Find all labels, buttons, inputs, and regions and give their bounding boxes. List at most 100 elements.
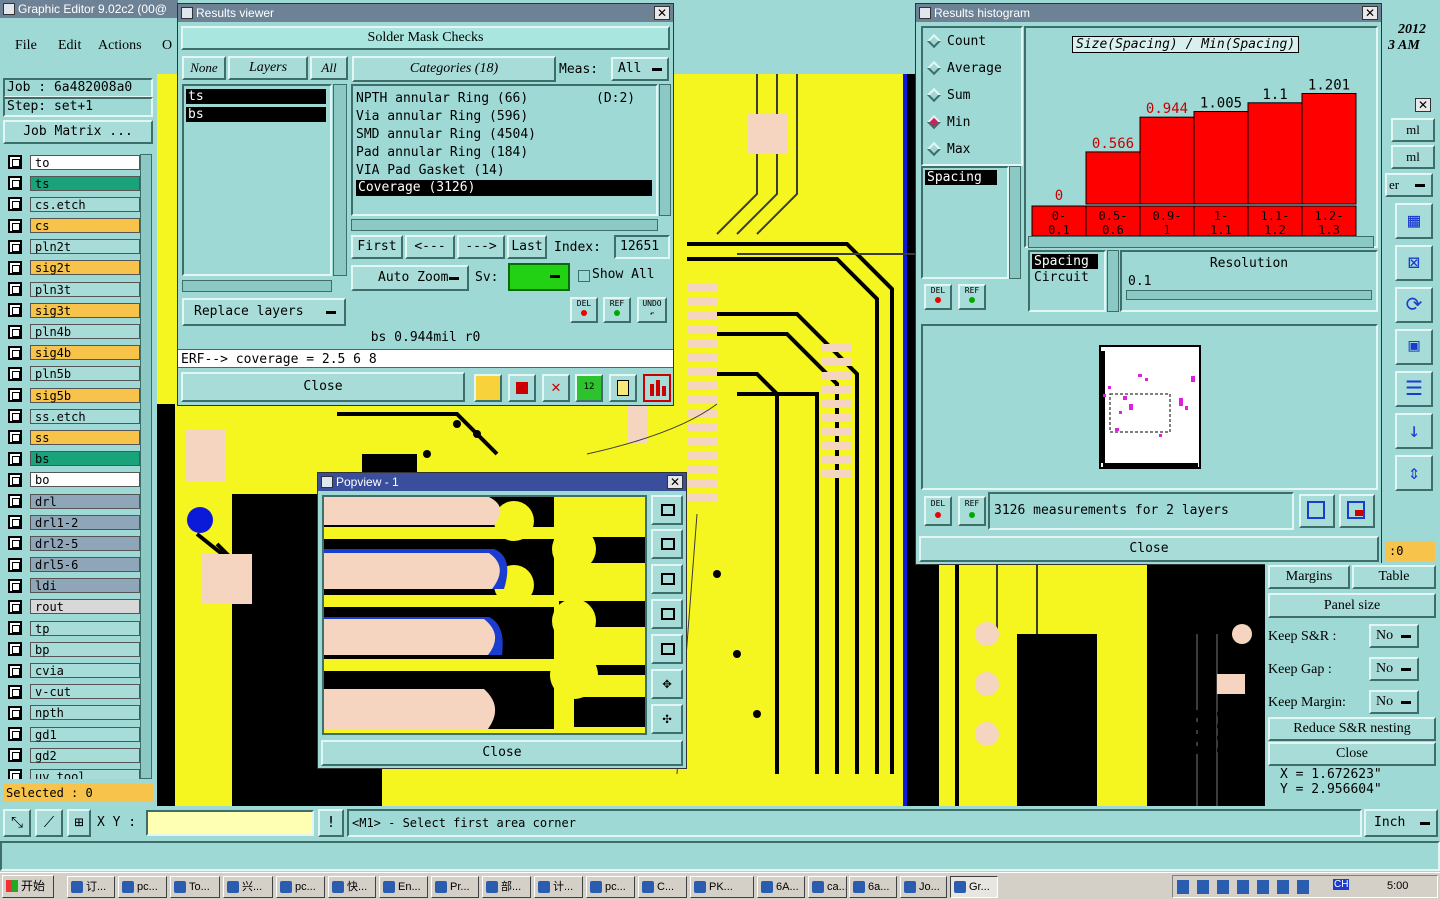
layer-row[interactable]: cvia [2, 663, 140, 679]
popview-close-button[interactable]: Close [321, 740, 683, 766]
units-ml-1[interactable]: ml [1391, 118, 1435, 142]
tab-all[interactable]: All [310, 56, 348, 80]
layer-row[interactable]: ss [2, 429, 140, 445]
resolution-slider[interactable] [1126, 290, 1372, 300]
start-button[interactable]: 开始 [2, 875, 54, 898]
layer-name[interactable]: ss.etch [30, 408, 140, 424]
layer-checkbox[interactable] [8, 472, 22, 487]
layer-row[interactable]: cs.etch [2, 196, 140, 212]
measure-type-list[interactable]: Spacing [921, 166, 1009, 279]
layer-checkbox[interactable] [8, 663, 22, 678]
radio-min[interactable]: Min [923, 109, 1021, 136]
layer-row[interactable]: cs [2, 218, 140, 234]
spacing-list-scrollbar[interactable] [1107, 250, 1119, 312]
array-icon[interactable]: ▣ [1395, 329, 1433, 365]
spacing-item[interactable]: Spacing [1032, 254, 1098, 269]
taskbar-item[interactable]: 兴... [223, 876, 273, 898]
categories-button[interactable]: Categories (18) [352, 56, 556, 82]
histogram-bar[interactable] [1301, 93, 1357, 205]
layer-row[interactable]: ts [2, 175, 140, 191]
del-button[interactable]: DEL [570, 297, 598, 323]
layer-row[interactable]: pln4b [2, 324, 140, 340]
layer-row[interactable]: drl1-2 [2, 514, 140, 530]
layer-checkbox[interactable] [8, 324, 22, 339]
layer-row[interactable]: sig4b [2, 345, 140, 361]
layer-name[interactable]: cs [30, 218, 140, 234]
layer-checkbox[interactable] [8, 705, 22, 720]
spacing-circuit-list[interactable]: Spacing Circuit [1028, 250, 1106, 312]
show-all-checkbox[interactable] [578, 270, 590, 282]
radio-average[interactable]: Average [923, 55, 1021, 82]
layer-list-scrollbar[interactable] [140, 154, 152, 779]
tab-none[interactable]: None [182, 56, 226, 80]
taskbar-item[interactable]: Pr... [431, 876, 479, 898]
index-input[interactable]: 12651 [614, 235, 670, 259]
layer-checkbox[interactable] [8, 578, 22, 593]
measure-type-item[interactable]: Spacing [925, 170, 997, 185]
layer-row[interactable]: drl [2, 493, 140, 509]
layer-name[interactable]: drl5-6 [30, 557, 140, 573]
grid-snap-icon[interactable]: ⊞ [67, 809, 91, 837]
taskbar-item[interactable]: En... [379, 876, 428, 898]
layer-row[interactable]: rout [2, 599, 140, 615]
zoom-fit-icon[interactable] [1299, 494, 1335, 528]
close-icon[interactable]: ✕ [654, 6, 670, 20]
layer-checkbox[interactable] [8, 282, 22, 297]
category-hscrollbar[interactable] [351, 219, 658, 231]
layer-row[interactable]: drl5-6 [2, 557, 140, 573]
grid-icon[interactable]: ▦ [1395, 203, 1433, 239]
layer-row[interactable]: ldi [2, 578, 140, 594]
layer-list-scrollbar[interactable] [333, 84, 347, 276]
taskbar-item[interactable]: 6A... [757, 876, 805, 898]
histogram-ref-button[interactable]: REF [958, 284, 986, 310]
layer-name[interactable]: gd1 [30, 726, 140, 742]
layer-result-list[interactable]: ts bs [182, 84, 332, 276]
layer-name[interactable]: ts [30, 175, 140, 191]
layer-row[interactable]: to [2, 154, 140, 170]
er-dropdown[interactable]: er [1385, 173, 1433, 197]
popview-canvas[interactable] [322, 495, 647, 735]
report-icon[interactable] [609, 374, 637, 402]
layer-list-hscrollbar[interactable] [182, 280, 332, 292]
layer-name[interactable]: sig4b [30, 345, 140, 361]
category-item[interactable]: VIA Pad Gasket (14) [356, 162, 652, 180]
layer-name[interactable]: ss [30, 429, 140, 445]
layer-checkbox[interactable] [8, 494, 22, 508]
layer-name[interactable]: cs.etch [30, 196, 140, 212]
layer-name[interactable]: sig3t [30, 302, 140, 318]
layer-checkbox[interactable] [8, 345, 22, 360]
layer-name[interactable]: bo [30, 472, 140, 488]
layer-name[interactable]: pln3t [30, 281, 140, 297]
layer-name[interactable]: gd2 [30, 747, 140, 763]
next-button[interactable]: ---> [457, 235, 505, 259]
category-item-selected[interactable]: Coverage (3126) [356, 180, 652, 196]
close-icon[interactable]: ✕ [667, 475, 683, 489]
layer-name[interactable]: uv_tool [30, 768, 140, 779]
layer-row[interactable]: bp [2, 641, 140, 657]
layer-checkbox[interactable] [8, 176, 22, 191]
layer-result-item[interactable]: ts [186, 89, 326, 104]
taskbar-item[interactable]: Jo... [900, 876, 947, 898]
xy-input[interactable] [146, 810, 314, 836]
category-item[interactable]: SMD annular Ring (4504) [356, 126, 652, 144]
units-dropdown[interactable]: Inch [1364, 809, 1438, 837]
layer-row[interactable]: gd1 [2, 726, 140, 742]
histogram-bar[interactable] [1139, 116, 1195, 205]
tab-layers[interactable]: Layers [228, 56, 308, 80]
layer-checkbox[interactable] [8, 727, 22, 742]
layer-row[interactable]: pln3t [2, 281, 140, 297]
layer-list[interactable]: to ts cs.etch cs pln2t sig2t pln3t sig3t pln4b si… [2, 154, 140, 779]
layer-checkbox[interactable] [8, 684, 22, 699]
zoom-out-icon[interactable]: ✣ [651, 704, 683, 734]
zoom-select-icon[interactable] [1339, 494, 1375, 528]
compress-icon[interactable]: ⇕ [1395, 455, 1433, 491]
move-down-icon[interactable]: ↓ [1395, 413, 1433, 449]
table-button[interactable]: Table [1352, 565, 1436, 589]
layer-row[interactable]: bo [2, 472, 140, 488]
layer-checkbox[interactable] [8, 239, 22, 254]
layer-name[interactable]: tp [30, 620, 140, 636]
stop-view-icon[interactable] [508, 374, 536, 402]
layer-name[interactable]: bs [30, 451, 140, 467]
layer-name[interactable]: drl2-5 [30, 535, 140, 551]
layer-checkbox[interactable] [8, 260, 22, 275]
